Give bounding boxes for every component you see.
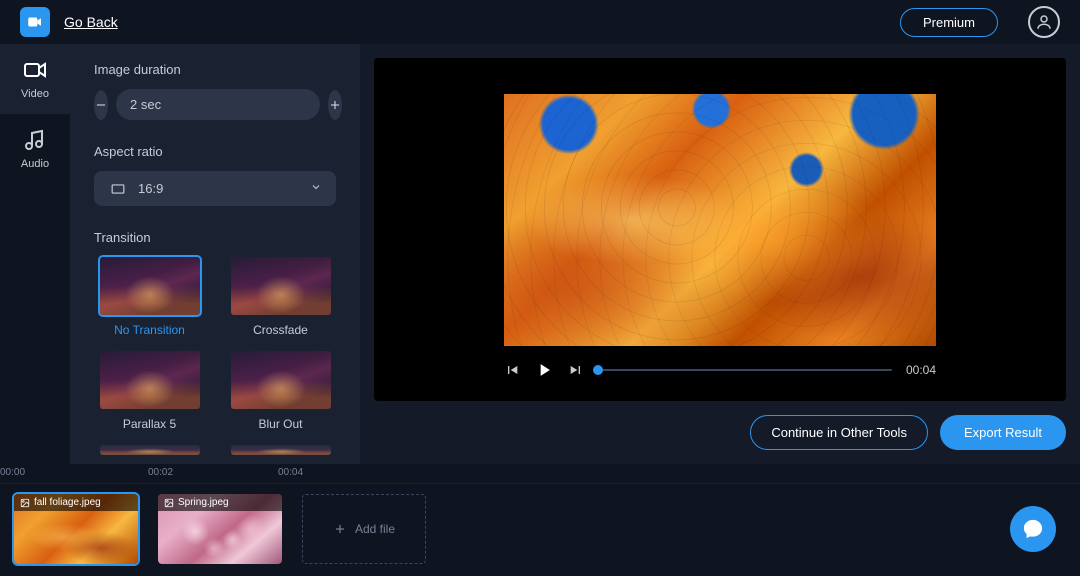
total-time-label: 00:04 (906, 363, 936, 377)
timeline-clip[interactable]: fall foliage.jpeg (14, 494, 138, 564)
image-duration-label: Image duration (94, 62, 336, 77)
aspect-ratio-select[interactable]: 16:9 (94, 171, 336, 206)
premium-button[interactable]: Premium (900, 8, 998, 37)
add-file-button[interactable]: Add file (302, 494, 426, 564)
ruler-tick: 00:00 (0, 467, 25, 478)
transition-option-blur-out[interactable]: Blur Out (225, 351, 336, 431)
transition-thumb (231, 445, 331, 455)
player-controls: 00:04 (504, 360, 936, 380)
ruler-tick: 00:04 (278, 467, 303, 478)
preview-canvas: 00:04 (374, 58, 1066, 401)
ruler-tick: 00:02 (148, 467, 173, 478)
duration-decrease-button[interactable] (94, 90, 108, 120)
help-chat-button[interactable] (1010, 506, 1056, 552)
continue-other-tools-button[interactable]: Continue in Other Tools (750, 415, 928, 450)
clip-filename-label: fall foliage.jpeg (14, 494, 138, 511)
app-logo (20, 7, 50, 37)
preview-frame (504, 94, 936, 346)
transition-thumb (100, 351, 200, 409)
duration-control (94, 89, 336, 120)
nav-label: Audio (21, 158, 49, 170)
progress-handle[interactable] (593, 365, 603, 375)
progress-slider[interactable] (598, 369, 892, 371)
transition-thumb (231, 257, 331, 315)
add-file-label: Add file (355, 522, 395, 536)
timeline-ruler[interactable]: 00:00 00:02 00:04 (0, 464, 1080, 484)
prev-frame-button[interactable] (504, 362, 520, 378)
go-back-link[interactable]: Go Back (64, 14, 118, 30)
transition-name: Parallax 5 (123, 417, 176, 431)
preview-actions: Continue in Other Tools Export Result (374, 401, 1066, 450)
settings-panel: Image duration Aspect ratio 16:9 Transit… (70, 44, 360, 464)
account-avatar[interactable] (1028, 6, 1060, 38)
transition-name: No Transition (114, 323, 185, 337)
nav-item-video[interactable]: Video (0, 44, 70, 114)
transition-option-parallax-5[interactable]: Parallax 5 (94, 351, 205, 431)
timeline: 00:00 00:02 00:04 fall foliage.jpeg Spri… (0, 464, 1080, 576)
transition-name: Blur Out (258, 417, 302, 431)
duration-increase-button[interactable] (328, 90, 342, 120)
main-area: Video Audio Image duration Aspect ratio … (0, 44, 1080, 464)
transition-thumb (100, 257, 200, 315)
preview-area: 00:04 Continue in Other Tools Export Res… (360, 44, 1080, 464)
nav-item-audio[interactable]: Audio (0, 114, 70, 184)
aspect-ratio-label: Aspect ratio (94, 144, 336, 159)
transition-thumb (100, 445, 200, 455)
play-button[interactable] (534, 360, 554, 380)
transition-option-crossfade[interactable]: Crossfade (225, 257, 336, 337)
clip-filename-label: Spring.jpeg (158, 494, 282, 511)
transition-label: Transition (94, 230, 336, 245)
transition-thumb (231, 351, 331, 409)
transition-option-more[interactable] (225, 445, 336, 455)
transition-grid: No Transition Crossfade Parallax 5 Blur … (94, 257, 336, 455)
clip-filename: Spring.jpeg (178, 497, 229, 508)
top-bar: Go Back Premium (0, 0, 1080, 44)
clip-filename: fall foliage.jpeg (34, 497, 101, 508)
next-frame-button[interactable] (568, 362, 584, 378)
left-nav: Video Audio (0, 44, 70, 464)
export-result-button[interactable]: Export Result (940, 415, 1066, 450)
duration-input[interactable] (116, 89, 320, 120)
clips-row: fall foliage.jpeg Spring.jpeg Add file (0, 484, 1080, 574)
transition-option-more[interactable] (94, 445, 205, 455)
transition-option-no-transition[interactable]: No Transition (94, 257, 205, 337)
aspect-value: 16:9 (138, 181, 163, 196)
chevron-down-icon (310, 181, 322, 196)
nav-label: Video (21, 88, 49, 100)
transition-name: Crossfade (253, 323, 308, 337)
timeline-clip[interactable]: Spring.jpeg (158, 494, 282, 564)
